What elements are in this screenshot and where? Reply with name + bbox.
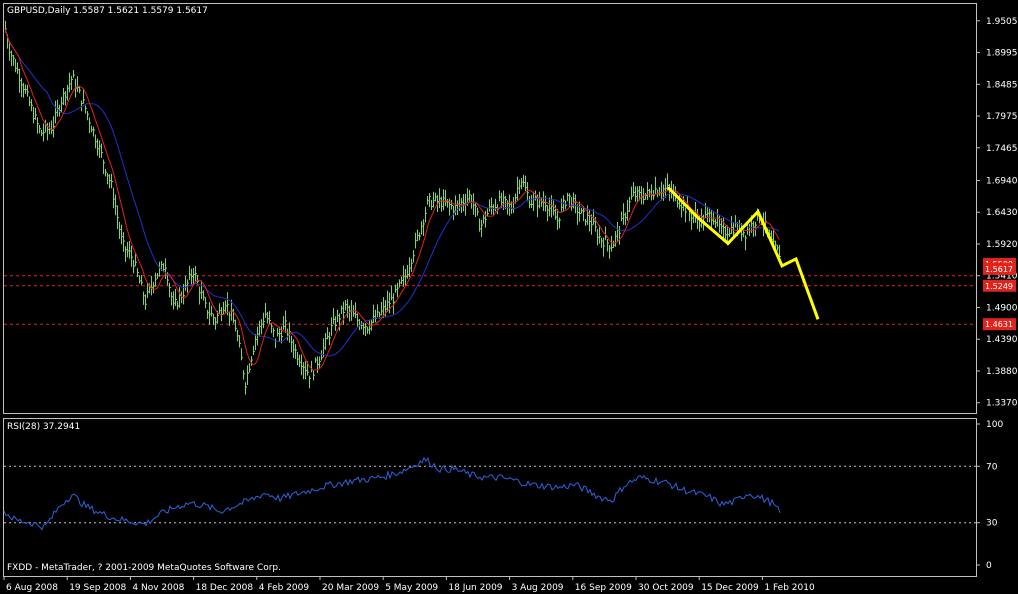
level-price-tags: 1.52491.46311.55091.5617 bbox=[983, 257, 1016, 331]
time-axis-label: 18 Jun 2009 bbox=[448, 583, 502, 593]
time-axis-label: 5 May 2009 bbox=[385, 583, 438, 593]
price-axis-label: 1.4390 bbox=[986, 335, 1018, 345]
price-axis-label: 1.3370 bbox=[986, 399, 1018, 409]
copyright-footer: FXDD - MetaTrader, ? 2001-2009 MetaQuote… bbox=[7, 563, 281, 573]
price-axis-label: 1.4900 bbox=[986, 303, 1018, 313]
time-axis-label: 3 Aug 2009 bbox=[512, 583, 564, 593]
level-lines bbox=[4, 275, 976, 325]
level-price-tag-label: 1.5249 bbox=[985, 282, 1013, 291]
fast-moving-average bbox=[4, 28, 780, 371]
time-axis-label: 30 Oct 2009 bbox=[638, 583, 694, 593]
time-axis-label: 6 Aug 2008 bbox=[6, 583, 58, 593]
price-axis: 1.9505 1.8995 1.8485 1.7975 1.7465 1.6940 1.64… bbox=[976, 17, 1018, 409]
time-axis-label: 15 Dec 2009 bbox=[701, 583, 759, 593]
price-axis-label: 1.6940 bbox=[986, 176, 1018, 186]
level-price-tag-label: 1.4631 bbox=[985, 320, 1013, 329]
time-axis-label: 4 Nov 2008 bbox=[132, 583, 184, 593]
time-axis-label: 4 Feb 2009 bbox=[259, 583, 310, 593]
metatrader-chart: 1.9505 1.8995 1.8485 1.7975 1.7465 1.6940 1.64… bbox=[3, 3, 1018, 593]
price-axis-label: 1.3880 bbox=[986, 367, 1018, 377]
rsi-label: RSI(28) 37.2941 bbox=[7, 422, 80, 432]
rsi-panel-frame bbox=[3, 418, 977, 577]
price-axis-label: 1.9505 bbox=[986, 17, 1018, 27]
rsi-axis: 100 70 30 0 bbox=[976, 420, 1003, 571]
price-axis-label: 1.6430 bbox=[986, 208, 1018, 218]
price-axis-label: 1.8995 bbox=[986, 49, 1018, 59]
rsi-line bbox=[3, 456, 781, 531]
time-axis-label: 16 Sep 2009 bbox=[575, 583, 632, 593]
level-price-tag-label: 1.5617 bbox=[985, 265, 1013, 274]
symbol-header: GBPUSD,Daily 1.5587 1.5621 1.5579 1.5617 bbox=[7, 6, 208, 16]
time-axis-label: 18 Dec 2008 bbox=[196, 583, 254, 593]
rsi-axis-label: 100 bbox=[986, 420, 1003, 430]
time-axis-label: 1 Feb 2010 bbox=[764, 583, 815, 593]
rsi-axis-label: 0 bbox=[986, 561, 992, 571]
price-axis-label: 1.5920 bbox=[986, 240, 1018, 250]
rsi-axis-label: 70 bbox=[986, 462, 998, 472]
price-axis-label: 1.8485 bbox=[986, 80, 1018, 90]
price-axis-label: 1.7465 bbox=[986, 144, 1018, 154]
time-axis: 6 Aug 2008 19 Sep 2008 4 Nov 2008 18 Dec 20… bbox=[3, 576, 815, 593]
rsi-axis-label: 30 bbox=[986, 519, 998, 529]
price-axis-label: 1.7975 bbox=[986, 112, 1018, 122]
time-axis-label: 20 Mar 2009 bbox=[322, 583, 379, 593]
time-axis-label: 19 Sep 2008 bbox=[69, 583, 126, 593]
